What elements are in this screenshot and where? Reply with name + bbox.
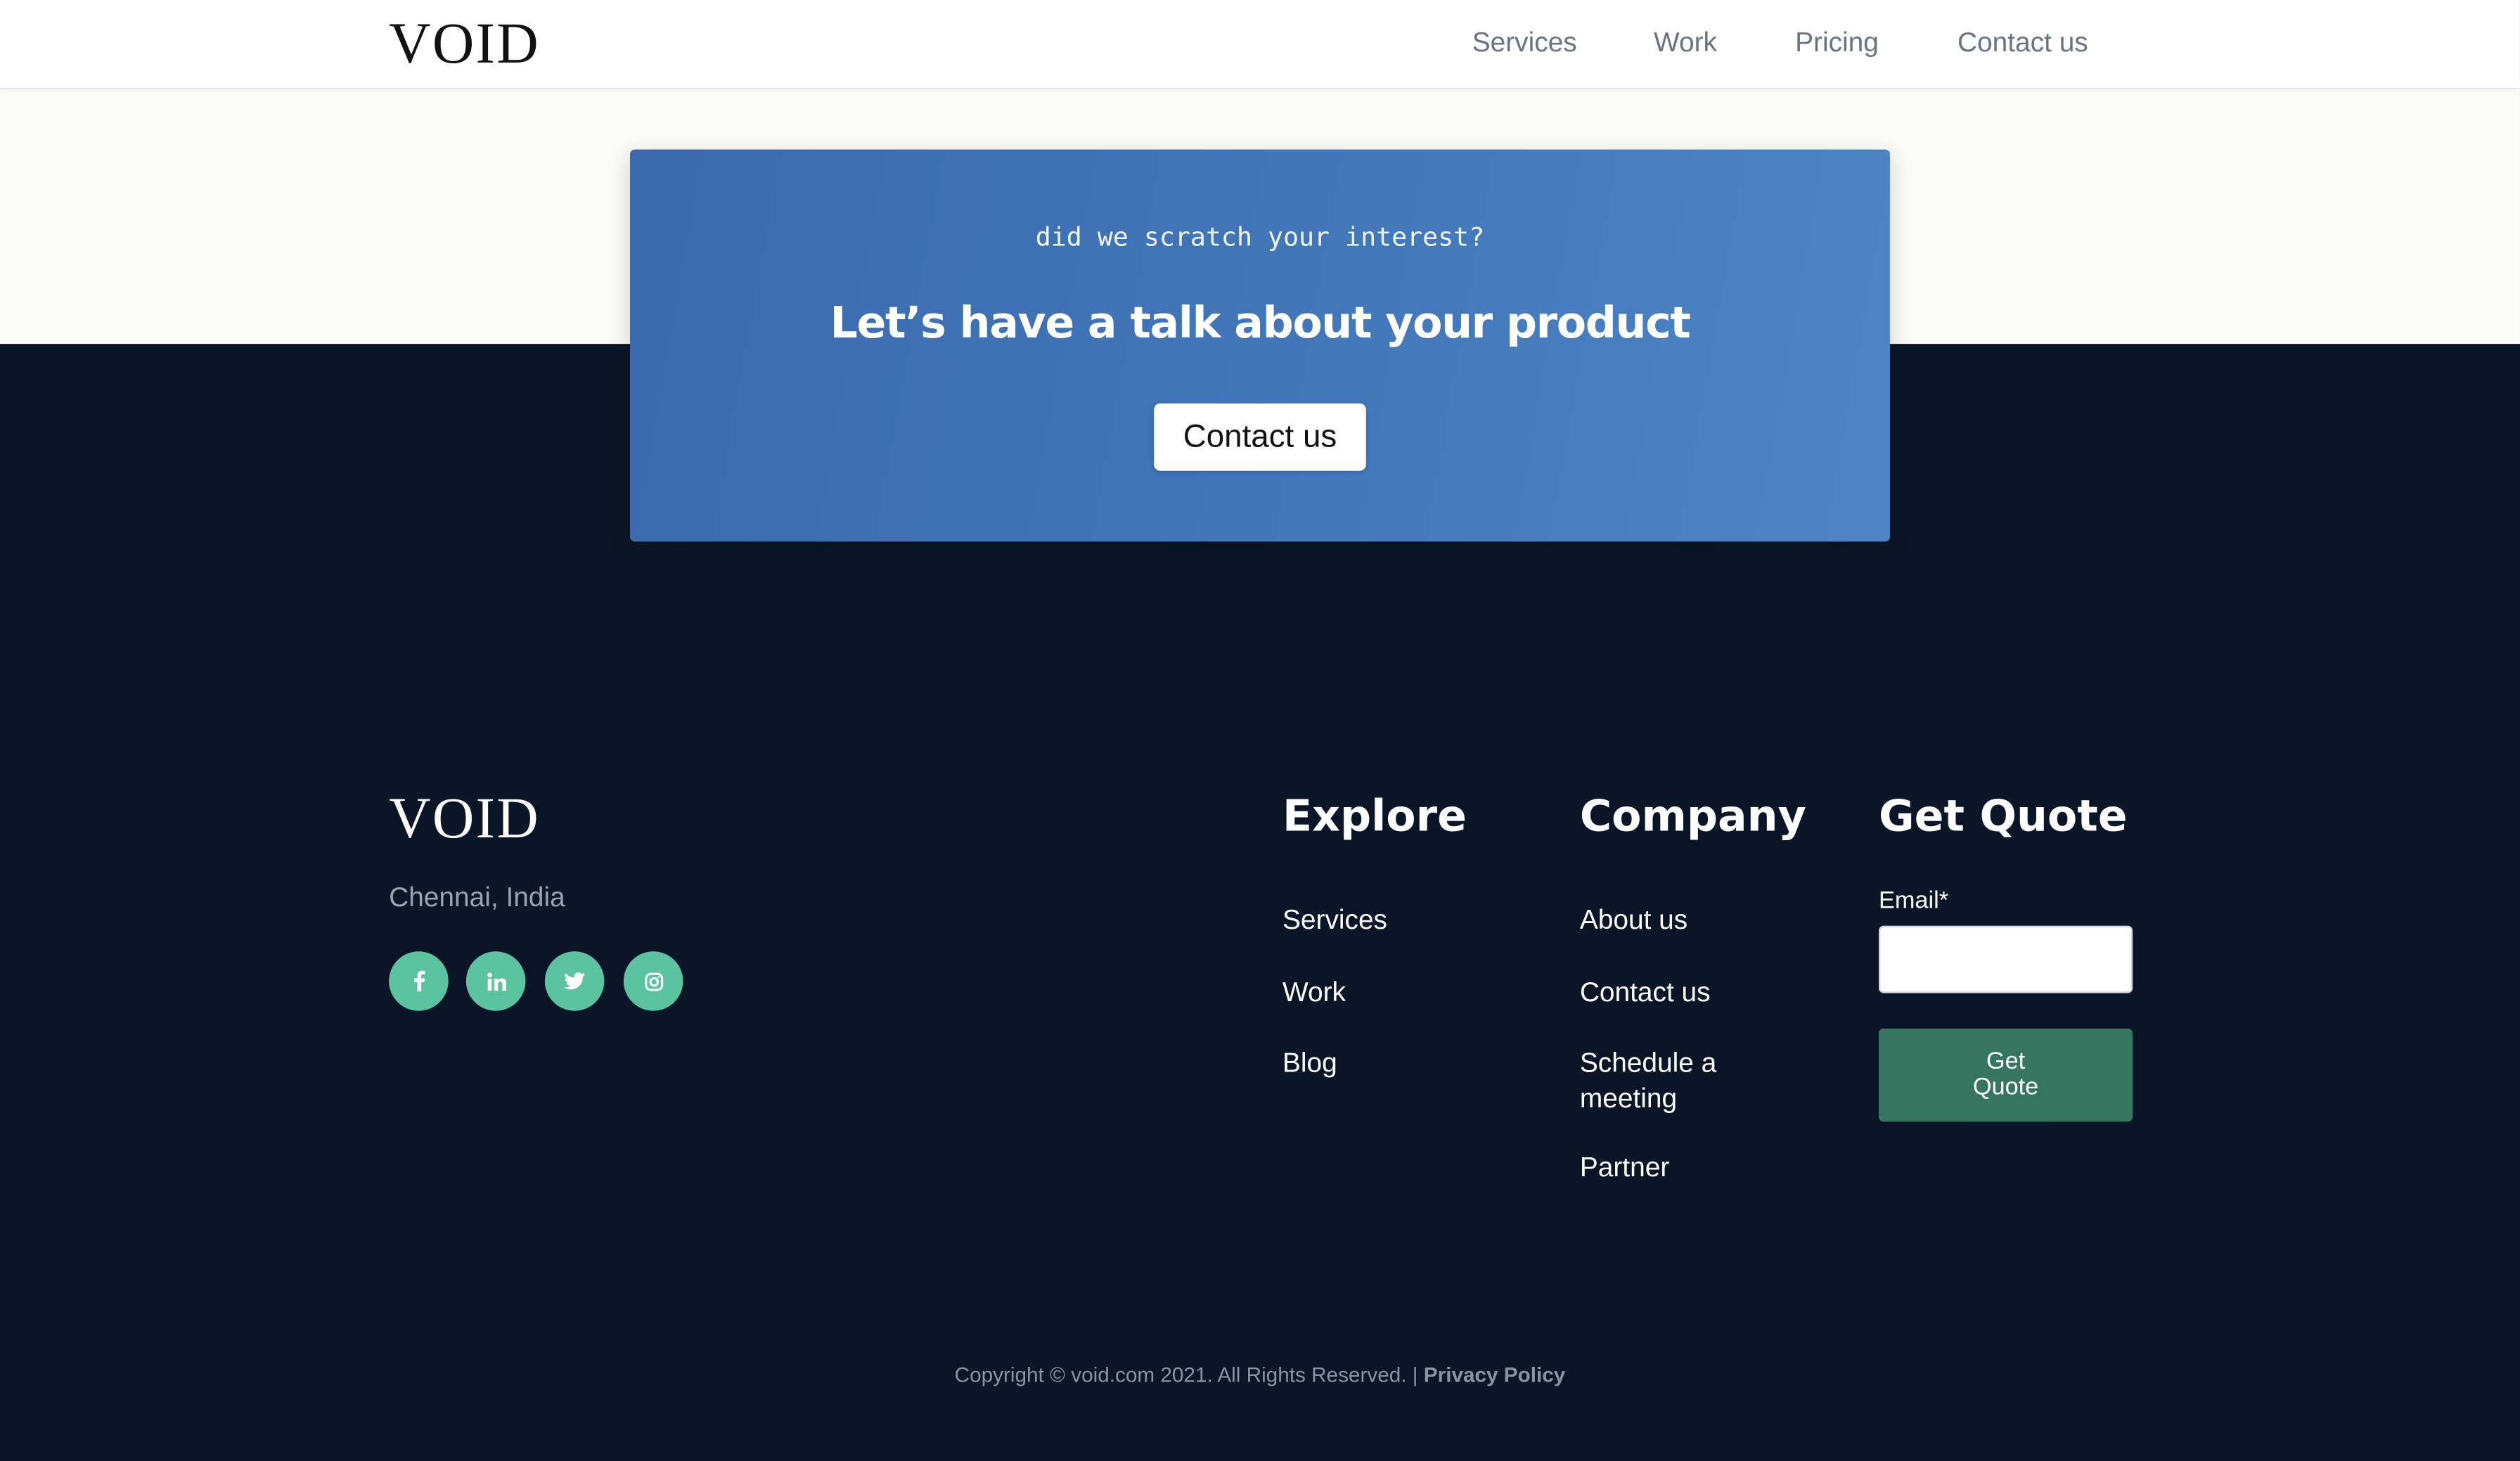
twitter-icon[interactable] bbox=[544, 951, 605, 1011]
footer-link-about-us[interactable]: About us bbox=[1580, 903, 1688, 939]
nav-pricing[interactable]: Pricing bbox=[1795, 27, 1879, 60]
nav-work[interactable]: Work bbox=[1654, 27, 1717, 60]
social-links bbox=[389, 951, 694, 1011]
footer-link-blog[interactable]: Blog bbox=[1282, 1046, 1337, 1081]
contact-us-button[interactable]: Contact us bbox=[1154, 403, 1366, 471]
email-label: Email* bbox=[1878, 887, 1949, 915]
footer-link-schedule-meeting[interactable]: Schedule a meeting bbox=[1580, 1046, 1756, 1117]
company-heading: Company bbox=[1579, 792, 1806, 842]
footer-link-services[interactable]: Services bbox=[1282, 903, 1387, 939]
nav-contact-us[interactable]: Contact us bbox=[1958, 27, 2088, 60]
top-navbar: VOID Services Work Pricing Contact us bbox=[0, 0, 2520, 89]
footer-link-partner[interactable]: Partner bbox=[1580, 1151, 1669, 1186]
get-quote-button[interactable]: Get Quote bbox=[1878, 1028, 2133, 1122]
footer-location: Chennai, India bbox=[389, 882, 565, 913]
footer-link-contact-us[interactable]: Contact us bbox=[1580, 975, 1711, 1010]
footer-link-work[interactable]: Work bbox=[1282, 975, 1346, 1010]
copyright-bar: Copyright © void.com 2021. All Rights Re… bbox=[0, 1363, 2520, 1386]
cta-card: did we scratch your interest? Let’s have… bbox=[629, 149, 1890, 542]
main-nav: Services Work Pricing Contact us bbox=[0, 27, 2520, 63]
nav-services[interactable]: Services bbox=[1472, 27, 1577, 60]
linkedin-icon[interactable] bbox=[465, 951, 526, 1011]
explore-heading: Explore bbox=[1282, 792, 1467, 842]
privacy-policy-link[interactable]: Privacy Policy bbox=[1424, 1363, 1566, 1386]
page: VOID Services Work Pricing Contact us di… bbox=[0, 0, 2520, 1461]
email-input[interactable] bbox=[1878, 925, 2133, 993]
cta-headline: Let’s have a talk about your product bbox=[830, 299, 1691, 349]
get-quote-heading: Get Quote bbox=[1878, 792, 2128, 842]
facebook-icon[interactable] bbox=[389, 951, 449, 1011]
instagram-icon[interactable] bbox=[623, 951, 683, 1011]
footer-logo[interactable]: VOID bbox=[389, 784, 540, 851]
cta-kicker: did we scratch your interest? bbox=[1035, 221, 1485, 252]
copyright-text: Copyright © void.com 2021. All Rights Re… bbox=[954, 1363, 1418, 1387]
